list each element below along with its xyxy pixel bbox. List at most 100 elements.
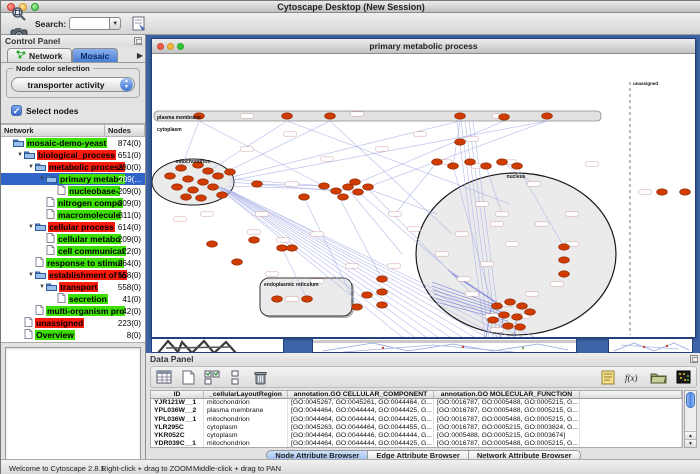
network-node[interactable] xyxy=(196,195,207,201)
network-node[interactable] xyxy=(559,271,570,277)
select-attributes-button[interactable] xyxy=(202,367,222,387)
network-node[interactable] xyxy=(515,324,526,330)
network-node[interactable] xyxy=(448,163,459,169)
network-node[interactable] xyxy=(198,179,209,185)
tree-item-nucleobase-[interactable]: nucleobase-209(0) xyxy=(1,185,145,197)
tab-mosaic[interactable]: Mosaic xyxy=(72,48,119,62)
network-node[interactable] xyxy=(277,245,288,251)
network-node[interactable] xyxy=(338,194,349,200)
tree-item-primary-metabo[interactable]: ▼primary metabo209(... xyxy=(1,173,145,185)
attribute-notes-button[interactable] xyxy=(598,367,618,387)
tree-item-overview[interactable]: Overview8(0) xyxy=(1,329,145,341)
tree-expander-icon[interactable]: ▼ xyxy=(38,284,46,290)
network-node[interactable] xyxy=(377,289,388,295)
table-row[interactable]: YJR121W__1mitochondrion[GO:0045267, GO:0… xyxy=(151,399,682,407)
column-header[interactable]: annotation.GO CELLULAR_COMPONENT xyxy=(288,391,434,399)
network-node[interactable] xyxy=(377,302,388,308)
tree-expander-icon[interactable]: ▼ xyxy=(38,176,46,182)
delete-attribute-button[interactable] xyxy=(250,367,270,387)
network-node[interactable] xyxy=(282,113,293,119)
network-node[interactable] xyxy=(517,303,528,309)
new-attribute-button[interactable] xyxy=(178,367,198,387)
tab-network[interactable]: Network xyxy=(7,48,72,62)
tree-item-cell-communicat[interactable]: cell communicat22(0) xyxy=(1,245,145,257)
tree-item-cellular-metabo[interactable]: cellular metabo209(0) xyxy=(1,233,145,245)
tree-item-secretion[interactable]: secretion41(0) xyxy=(1,293,145,305)
network-edge[interactable] xyxy=(232,121,460,177)
table-row[interactable]: YDR039C__1mitochondrion[GO:0044464, GO:0… xyxy=(151,440,682,448)
birds-eye-view[interactable] xyxy=(5,347,141,474)
network-node[interactable] xyxy=(455,139,466,145)
tree-item-macromolecule[interactable]: macromolecule311(0) xyxy=(1,209,145,221)
background-window-fragment[interactable] xyxy=(608,338,693,353)
tree-item-mosaic-demo-yeast[interactable]: mosaic-demo-yeast874(0) xyxy=(1,137,145,149)
search-input[interactable] xyxy=(69,17,109,30)
network-node[interactable] xyxy=(503,323,514,329)
network-node[interactable] xyxy=(488,317,499,323)
float-panel-icon[interactable] xyxy=(134,37,142,45)
select-nodes-checkbox[interactable]: ✓ xyxy=(11,105,22,116)
network-node[interactable] xyxy=(302,296,313,302)
background-window-fragment[interactable] xyxy=(312,338,577,353)
function-builder-button[interactable]: f(x) xyxy=(623,367,643,387)
node-color-select[interactable]: transporter activity ▲▼ xyxy=(11,77,135,92)
network-node[interactable] xyxy=(362,292,373,298)
network-node[interactable] xyxy=(512,314,523,320)
tree-expander-icon[interactable]: ▼ xyxy=(16,152,24,158)
network-node[interactable] xyxy=(207,241,218,247)
region-plasma-membrane[interactable] xyxy=(154,111,601,121)
network-node[interactable] xyxy=(252,181,263,187)
tree-column-nodes[interactable]: Nodes xyxy=(105,124,145,137)
network-node[interactable] xyxy=(319,183,330,189)
table-row[interactable]: YKR052Ccytoplasm[GO:0044464, GO:0044446,… xyxy=(151,432,682,440)
network-edge[interactable] xyxy=(368,189,437,214)
network-node[interactable] xyxy=(172,184,183,190)
zoom-fit-button[interactable] xyxy=(9,4,29,24)
network-node[interactable] xyxy=(465,159,476,165)
network-node[interactable] xyxy=(331,188,342,194)
network-canvas[interactable]: plasma membranecytoplasmmitochondrionnuc… xyxy=(152,54,695,337)
network-node[interactable] xyxy=(208,184,219,190)
network-node[interactable] xyxy=(325,113,336,119)
network-node[interactable] xyxy=(455,113,466,119)
network-node[interactable] xyxy=(499,312,510,318)
table-scrollbar[interactable]: ▲ ▼ xyxy=(684,390,697,448)
tree-item-metabolic-process[interactable]: ▼metabolic process280(0) xyxy=(1,161,145,173)
network-window-titlebar[interactable]: primary metabolic process xyxy=(152,39,695,54)
tree-expander-icon[interactable]: ▼ xyxy=(27,224,35,230)
network-node[interactable] xyxy=(353,189,364,195)
column-header[interactable]: _cellularLayoutRegion xyxy=(204,391,288,399)
network-node[interactable] xyxy=(559,244,570,250)
network-node[interactable] xyxy=(542,113,553,119)
network-node[interactable] xyxy=(432,159,443,165)
combo-stepper-icon[interactable]: ▲▼ xyxy=(120,78,133,91)
network-node[interactable] xyxy=(299,194,310,200)
network-node[interactable] xyxy=(183,176,194,182)
scrollbar-thumb[interactable] xyxy=(686,392,695,408)
tree-item-biological-process[interactable]: ▼biological_process651(0) xyxy=(1,149,145,161)
network-node[interactable] xyxy=(680,189,691,195)
network-edge[interactable] xyxy=(336,191,382,279)
network-node[interactable] xyxy=(525,309,536,315)
network-node[interactable] xyxy=(272,296,283,302)
float-panel-icon[interactable] xyxy=(690,355,698,363)
network-node[interactable] xyxy=(481,163,492,169)
search-dropdown-arrow-icon[interactable]: ▼ xyxy=(109,17,121,30)
search-settings-button[interactable] xyxy=(129,14,149,34)
table-row[interactable]: YPL036W__1mitochondrion[GO:0044464, GO:0… xyxy=(151,416,682,424)
tree-item-unassigned[interactable]: unassigned223(0) xyxy=(1,317,145,329)
network-node[interactable] xyxy=(512,163,523,169)
tree-item-response-to-stimul[interactable]: response to stimul264(0) xyxy=(1,257,145,269)
import-attributes-button[interactable] xyxy=(648,367,668,387)
network-node[interactable] xyxy=(181,194,192,200)
table-row[interactable]: YLR295Ccytoplasm[GO:0045263, GO:0044464,… xyxy=(151,424,682,432)
network-node[interactable] xyxy=(363,184,374,190)
tab-overflow-arrow[interactable]: ▶ xyxy=(137,51,143,60)
table-row[interactable]: YPL036W__2plasma membrane[GO:0044464, GO… xyxy=(151,407,682,415)
tree-item-establishment-of-lo[interactable]: ▼establishment of lo558(0) xyxy=(1,269,145,281)
network-node[interactable] xyxy=(217,192,228,198)
network-node[interactable] xyxy=(213,173,224,179)
network-node[interactable] xyxy=(559,257,570,263)
network-node[interactable] xyxy=(287,245,298,251)
network-node[interactable] xyxy=(377,276,388,282)
